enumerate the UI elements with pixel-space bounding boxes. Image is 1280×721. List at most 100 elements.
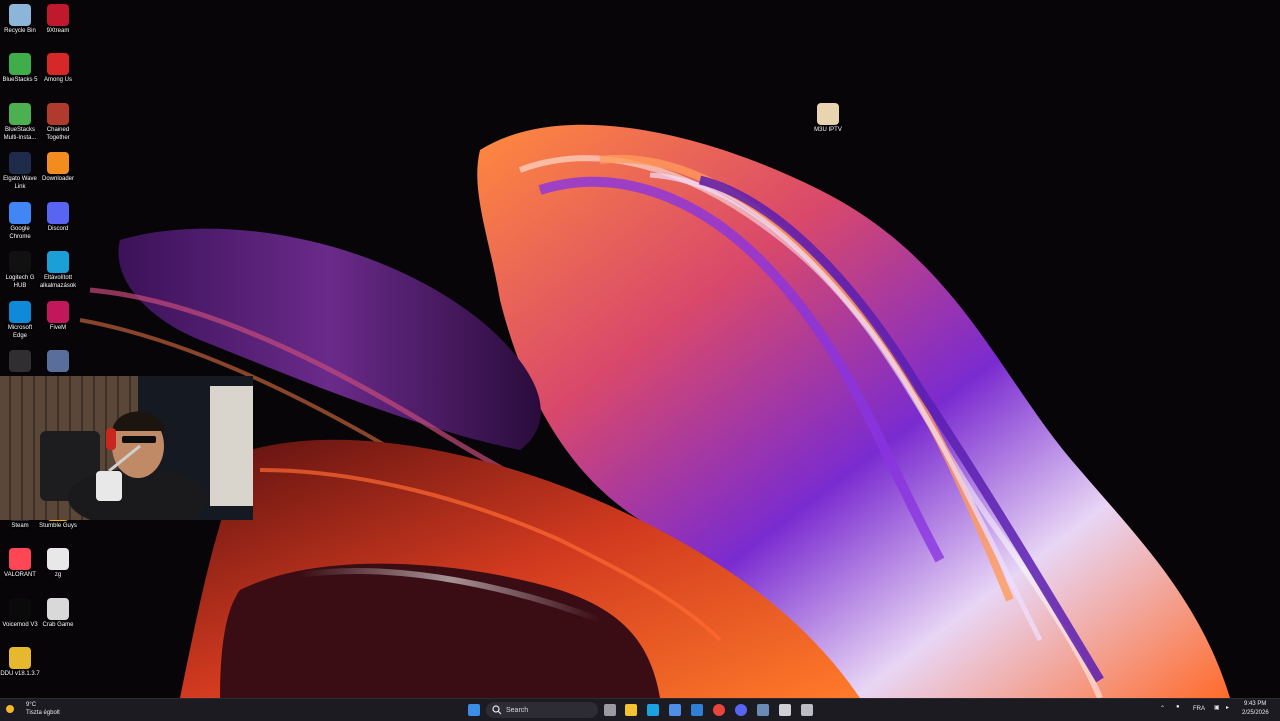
clock-time[interactable]: 9:43 PM xyxy=(1244,701,1266,707)
mail-button[interactable] xyxy=(689,702,705,718)
steam-taskbar-button[interactable] xyxy=(755,702,771,718)
desktop-icon-label: Microsoft Edge xyxy=(7,325,33,339)
recycle-bin-icon xyxy=(9,4,31,26)
desktop-icon-game-thumbnail[interactable] xyxy=(38,350,78,374)
weather-sun-icon xyxy=(6,705,14,713)
task-view-icon xyxy=(604,704,616,716)
store-button[interactable] xyxy=(667,702,683,718)
desktop-icon-crab-game[interactable]: Crab Game xyxy=(38,598,78,630)
desktop-icon-label: BlueStacks Multi-Insta... xyxy=(3,127,37,141)
desktop-icon-obs[interactable] xyxy=(0,350,40,374)
desktop-icon-recycle-bin[interactable]: Recycle Bin xyxy=(0,4,40,36)
weather-temp: 9°C xyxy=(26,702,37,708)
desktop-icon-edge-folder[interactable]: Eltávolított alkalmazások xyxy=(38,251,78,290)
desktop-icon-label: FiveM xyxy=(49,325,67,331)
windows-start-button[interactable] xyxy=(466,702,482,718)
desktop-icon-logitech-g-hub[interactable]: Logitech G HUB xyxy=(0,251,40,290)
desktop-icon-label: Voicemod V3 xyxy=(2,622,38,628)
store-icon xyxy=(669,704,681,716)
m3u-iptv-icon xyxy=(817,103,839,125)
mail-icon xyxy=(691,704,703,716)
obs-taskbar-icon xyxy=(801,704,813,716)
desktop-icon-label: Crab Game xyxy=(42,622,74,628)
desktop-icon-bluestacks[interactable]: BlueStacks 5 xyxy=(0,53,40,85)
desktop-icon-label: Logitech G HUB xyxy=(5,275,35,289)
desktop-icon-valorant[interactable]: VALORANT xyxy=(0,548,40,580)
desktop-icon-label: zg xyxy=(54,572,62,578)
bluestacks-multi-instance-icon xyxy=(9,103,31,125)
desktop-icon-label: Eltávolított alkalmazások xyxy=(39,275,77,289)
desktop-icon-downloader[interactable]: Downloader xyxy=(38,152,78,184)
edge-taskbar-icon xyxy=(647,704,659,716)
taskbar: 9°C Tiszta égbolt Search ⌃ ● FRA ▣ ▸ 9:4… xyxy=(0,698,1280,721)
desktop-icon-label: Discord xyxy=(47,226,69,232)
desktop-icon-label: Downloader xyxy=(41,176,75,182)
chrome-taskbar-icon xyxy=(713,704,725,716)
chained-together-icon xyxy=(47,103,69,125)
desktop-icon-fivem[interactable]: FiveM xyxy=(38,301,78,333)
text-file-icon xyxy=(47,548,69,570)
ddu-folder-icon xyxy=(9,647,31,669)
desktop-icon-text-file[interactable]: zg xyxy=(38,548,78,580)
desktop-icon-9xtream[interactable]: 9Xtream xyxy=(38,4,78,36)
desktop-icon-label: Google Chrome xyxy=(9,226,31,240)
weather-condition: Tiszta égbolt xyxy=(26,710,60,716)
edge-folder-icon xyxy=(47,251,69,273)
volume-icon[interactable]: ▸ xyxy=(1226,704,1229,711)
file-explorer-icon xyxy=(625,704,637,716)
logitech-taskbar-button[interactable] xyxy=(777,702,793,718)
desktop-icon-label: 9Xtream xyxy=(46,28,70,34)
voicemod-icon xyxy=(9,598,31,620)
obs-icon xyxy=(9,350,31,372)
chrome-icon xyxy=(9,202,31,224)
desktop-icon-label: DDU v18.1.3.7 xyxy=(0,671,40,677)
logitech-g-hub-icon xyxy=(9,251,31,273)
logitech-taskbar-icon xyxy=(779,704,791,716)
microphone-icon[interactable]: ● xyxy=(1176,704,1180,710)
crab-game-icon xyxy=(47,598,69,620)
desktop-icon-label: Chained Together xyxy=(46,127,70,141)
search-label: Search xyxy=(506,706,529,714)
desktop-icon-edge[interactable]: Microsoft Edge xyxy=(0,301,40,340)
fivem-icon xyxy=(47,301,69,323)
search-icon xyxy=(492,705,502,715)
desktop-icon-ddu-folder[interactable]: DDU v18.1.3.7 xyxy=(0,647,40,679)
show-hidden-icons-chevron-icon[interactable]: ⌃ xyxy=(1160,705,1165,712)
desktop-icon-label: Steam xyxy=(11,523,29,529)
desktop-icon-among-us[interactable]: Among Us xyxy=(38,53,78,85)
clock-date[interactable]: 2/25/2026 xyxy=(1242,710,1269,716)
desktop-icon-chrome[interactable]: Google Chrome xyxy=(0,202,40,241)
network-icon[interactable]: ▣ xyxy=(1214,704,1220,711)
webcam-overlay xyxy=(0,376,253,520)
downloader-icon xyxy=(47,152,69,174)
among-us-icon xyxy=(47,53,69,75)
desktop-icon-label: Elgato Wave Link xyxy=(3,176,37,190)
elgato-wave-link-icon xyxy=(9,152,31,174)
discord-taskbar-button[interactable] xyxy=(733,702,749,718)
desktop-icon-m3u-iptv[interactable]: M3U IPTV xyxy=(808,103,848,135)
desktop-icon-label: BlueStacks 5 xyxy=(2,77,38,83)
chrome-taskbar-button[interactable] xyxy=(711,702,727,718)
language-indicator[interactable]: FRA xyxy=(1193,706,1205,712)
9xtream-icon xyxy=(47,4,69,26)
weather-widget[interactable]: 9°C Tiszta égbolt xyxy=(4,701,64,719)
taskbar-search-box[interactable]: Search xyxy=(486,702,598,718)
desktop-icon-discord[interactable]: Discord xyxy=(38,202,78,234)
windows-start-icon xyxy=(468,704,480,716)
desktop-icon-chained-together[interactable]: Chained Together xyxy=(38,103,78,142)
valorant-icon xyxy=(9,548,31,570)
webcam-person-image xyxy=(0,376,253,520)
desktop-icon-elgato-wave-link[interactable]: Elgato Wave Link xyxy=(0,152,40,191)
discord-icon xyxy=(47,202,69,224)
desktop-icon-label: Recycle Bin xyxy=(4,28,36,34)
edge-taskbar-button[interactable] xyxy=(645,702,661,718)
desktop-icon-bluestacks-multi-instance[interactable]: BlueStacks Multi-Insta... xyxy=(0,103,40,142)
desktop-wallpaper xyxy=(0,0,1280,698)
task-view-button[interactable] xyxy=(602,702,618,718)
obs-taskbar-button[interactable] xyxy=(799,702,815,718)
steam-taskbar-icon xyxy=(757,704,769,716)
desktop-icon-voicemod[interactable]: Voicemod V3 xyxy=(0,598,40,630)
file-explorer-button[interactable] xyxy=(623,702,639,718)
desktop-icon-label: Stumble Guys xyxy=(39,523,77,529)
discord-taskbar-icon xyxy=(735,704,747,716)
